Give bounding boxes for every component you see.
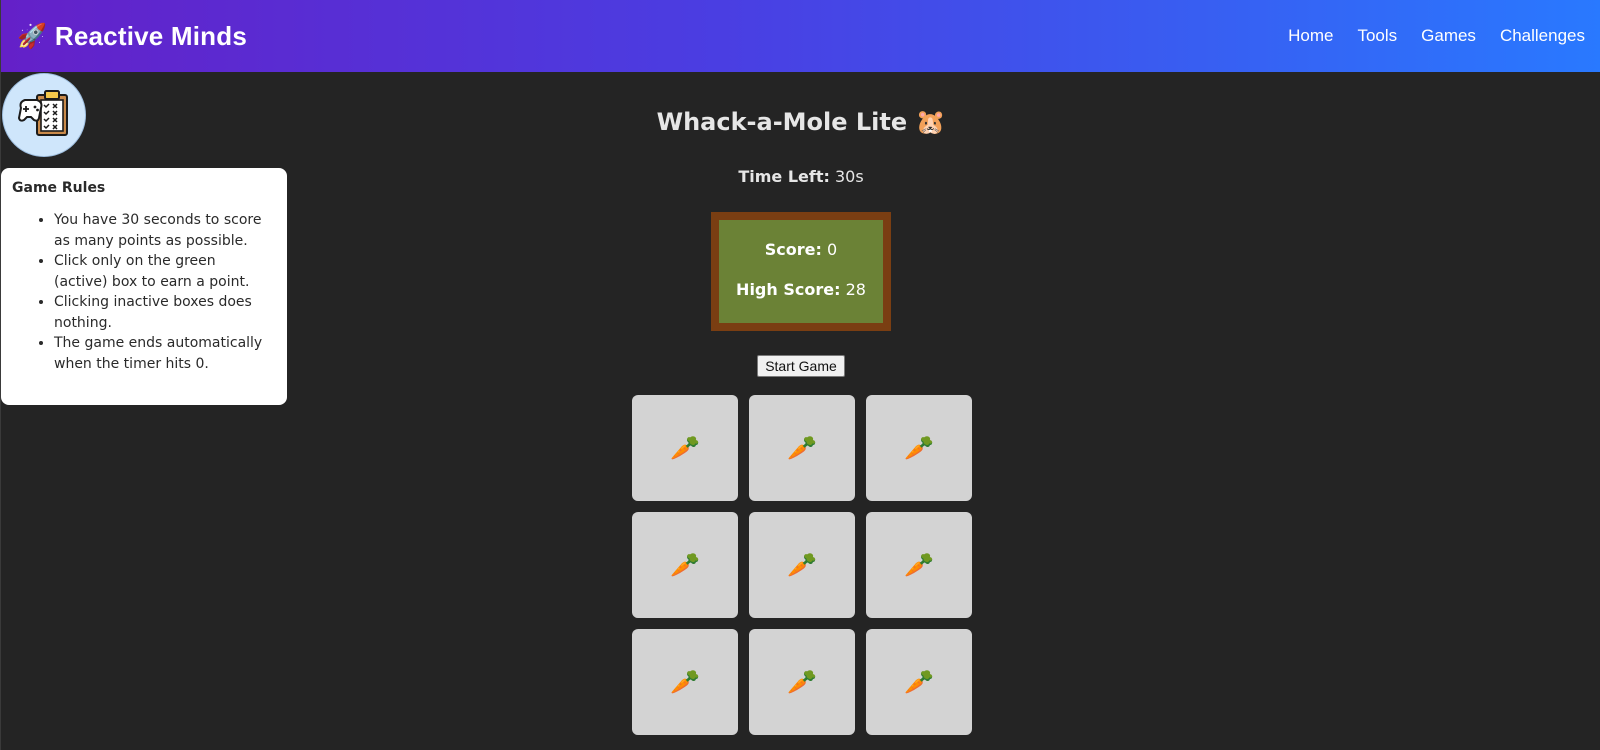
nav-games-link[interactable]: Games	[1421, 26, 1476, 46]
rules-list-item: The game ends automatically when the tim…	[54, 333, 273, 374]
carrot-icon: 🥕	[904, 434, 934, 462]
main-nav: Home Tools Games Challenges	[1288, 26, 1585, 46]
nav-challenges-link[interactable]: Challenges	[1500, 26, 1585, 46]
brand-title: Reactive Minds	[54, 20, 247, 51]
high-score-label: High Score:	[736, 280, 841, 299]
carrot-icon: 🥕	[904, 551, 934, 579]
page: 🚀 Reactive Minds Home Tools Games Challe…	[0, 0, 1600, 750]
carrot-icon: 🥕	[904, 668, 934, 696]
rules-list: You have 30 seconds to score as many poi…	[12, 210, 273, 374]
score-value: 0	[827, 240, 838, 259]
mole-grid: 🥕 🥕 🥕 🥕 🥕 🥕 🥕 🥕 🥕	[632, 395, 972, 735]
high-score-value: 28	[845, 280, 866, 299]
brand[interactable]: 🚀 Reactive Minds	[17, 21, 247, 52]
grid-cell[interactable]: 🥕	[632, 395, 738, 501]
nav-home-link[interactable]: Home	[1288, 26, 1333, 46]
grid-cell[interactable]: 🥕	[749, 629, 855, 735]
rules-list-item: Click only on the green (active) box to …	[54, 251, 273, 292]
grid-cell[interactable]: 🥕	[749, 395, 855, 501]
carrot-icon: 🥕	[670, 551, 700, 579]
scoreboard: Score: 0 High Score: 28	[711, 212, 891, 331]
carrot-icon: 🥕	[670, 434, 700, 462]
carrot-icon: 🥕	[787, 668, 817, 696]
grid-cell[interactable]: 🥕	[749, 512, 855, 618]
carrot-icon: 🥕	[670, 668, 700, 696]
carrot-icon: 🥕	[787, 551, 817, 579]
score-label: Score:	[764, 240, 822, 259]
timer-value: 30s	[834, 167, 864, 186]
grid-cell[interactable]: 🥕	[632, 629, 738, 735]
carrot-icon: 🥕	[787, 434, 817, 462]
grid-cell[interactable]: 🥕	[866, 629, 972, 735]
grid-cell[interactable]: 🥕	[866, 512, 972, 618]
grid-cell[interactable]: 🥕	[866, 395, 972, 501]
top-navbar: 🚀 Reactive Minds Home Tools Games Challe…	[1, 0, 1600, 72]
rules-list-item: Clicking inactive boxes does nothing.	[54, 292, 273, 333]
game-title: Whack-a-Mole Lite 🐹	[656, 108, 946, 136]
grid-cell[interactable]: 🥕	[632, 512, 738, 618]
high-score-line: High Score: 28	[719, 280, 883, 299]
game-rules-panel: Game Rules You have 30 seconds to score …	[1, 168, 287, 405]
start-game-button[interactable]: Start Game	[757, 355, 845, 377]
score-line: Score: 0	[719, 240, 883, 259]
rocket-icon: 🚀	[17, 22, 47, 50]
timer-display: Time Left: 30s	[1, 167, 1600, 186]
rules-list-item: You have 30 seconds to score as many poi…	[54, 210, 273, 251]
nav-tools-link[interactable]: Tools	[1357, 26, 1397, 46]
timer-label: Time Left:	[738, 167, 830, 186]
